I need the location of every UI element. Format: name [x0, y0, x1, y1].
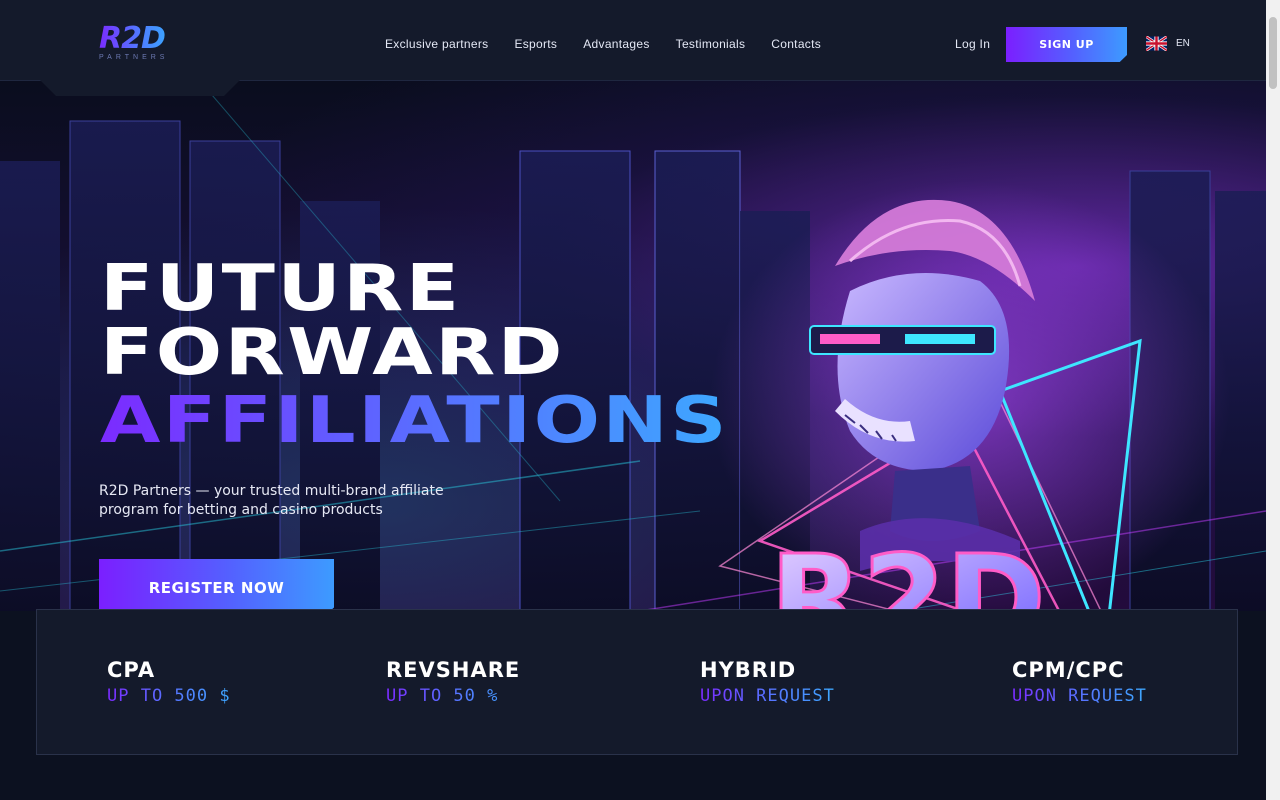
stat-value: UPON REQUEST: [1012, 686, 1147, 706]
scrollbar-thumb[interactable]: [1269, 17, 1277, 89]
language-code: EN: [1176, 38, 1190, 49]
uk-flag-icon: [1146, 36, 1167, 51]
nav-item-contacts[interactable]: Contacts: [771, 37, 821, 51]
hero-title-line-1: FUTURE: [100, 252, 462, 326]
stat-revshare: REVSHARE UP TO 50 %: [386, 658, 520, 706]
cyber-skull-mascot: R2D: [710, 181, 1230, 611]
hero-subtitle: R2D Partners — your trusted multi-brand …: [99, 483, 444, 518]
page-scrollbar[interactable]: [1266, 0, 1280, 800]
language-selector[interactable]: EN: [1146, 36, 1190, 51]
logo-tagline: PARTNERS: [99, 54, 169, 61]
stat-value: UPON REQUEST: [700, 686, 835, 706]
stat-title: CPA: [107, 658, 156, 682]
hero-section: R2D FUTURE FORWARD AFFILIATIONS R2D Part…: [0, 81, 1266, 611]
signup-button[interactable]: SIGN UP: [1006, 27, 1127, 62]
stat-title: CPM/CPC: [1012, 658, 1125, 682]
header-tab-decoration: [40, 80, 240, 96]
nav-item-exclusive-partners[interactable]: Exclusive partners: [385, 37, 488, 51]
stat-cpa: CPA UP TO 500 $: [107, 658, 231, 706]
hero-title-line-2: FORWARD: [100, 316, 565, 390]
commission-stats-panel: CPA UP TO 500 $ REVSHARE UP TO 50 % HYBR…: [36, 609, 1238, 755]
logo-wordmark: R2D: [99, 24, 168, 54]
hero-title-line-3: AFFILIATIONS: [100, 384, 729, 458]
stat-value: UP TO 50 %: [386, 686, 520, 706]
mascot-r2d-letters: R2D: [770, 531, 1046, 611]
stat-cpm-cpc: CPM/CPC UPON REQUEST: [1012, 658, 1147, 706]
r2d-logo[interactable]: R2D PARTNERS: [99, 24, 169, 62]
nav-item-testimonials[interactable]: Testimonials: [676, 37, 746, 51]
stat-value: UP TO 500 $: [107, 686, 231, 706]
stat-title: HYBRID: [700, 658, 797, 682]
nav-item-esports[interactable]: Esports: [514, 37, 557, 51]
stat-title: REVSHARE: [386, 658, 521, 682]
site-header: R2D PARTNERS Exclusive partners Esports …: [0, 0, 1266, 81]
nav-item-advantages[interactable]: Advantages: [583, 37, 649, 51]
main-nav: Exclusive partners Esports Advantages Te…: [385, 37, 847, 51]
stat-hybrid: HYBRID UPON REQUEST: [700, 658, 835, 706]
hero-title: FUTURE FORWARD AFFILIATIONS: [100, 257, 726, 453]
login-link[interactable]: Log In: [955, 37, 990, 51]
register-now-button[interactable]: REGISTER NOW: [99, 559, 334, 611]
